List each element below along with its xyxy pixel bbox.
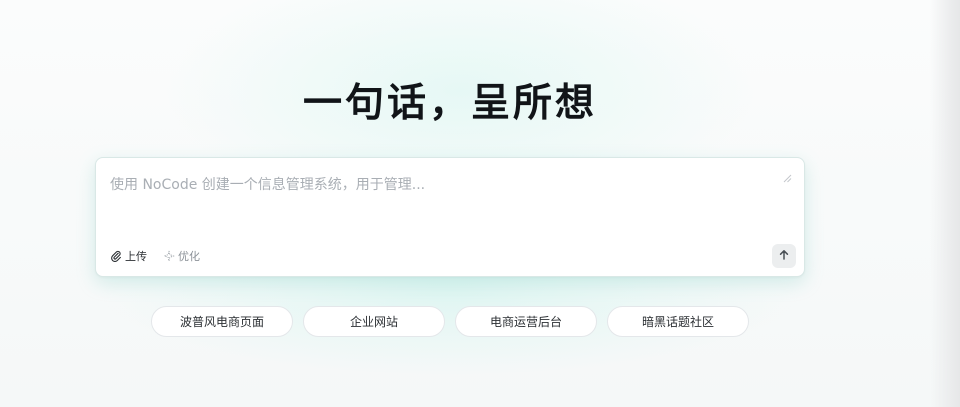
sparkle-icon: [163, 250, 175, 262]
suggestion-chip-company-site[interactable]: 企业网站: [303, 306, 445, 337]
composer-toolbar: 上传 优化: [110, 248, 200, 264]
arrow-up-icon: [778, 249, 790, 264]
prompt-composer: 上传 优化: [95, 157, 805, 277]
send-button[interactable]: [772, 244, 796, 268]
resize-handle-icon[interactable]: [782, 168, 792, 183]
suggestion-chips: 波普风电商页面 企业网站 电商运营后台 暗黑话题社区: [151, 306, 749, 337]
scroll-edge-shadow: [930, 0, 960, 407]
suggestion-chip-ecommerce-admin[interactable]: 电商运营后台: [455, 306, 597, 337]
upload-button[interactable]: 上传: [110, 248, 147, 264]
optimize-button[interactable]: 优化: [163, 248, 200, 264]
upload-label: 上传: [125, 250, 147, 263]
paperclip-icon: [110, 250, 122, 262]
optimize-label: 优化: [178, 250, 200, 263]
page-title: 一句话，呈所想: [302, 81, 597, 126]
suggestion-chip-pop-ecommerce[interactable]: 波普风电商页面: [151, 306, 293, 337]
prompt-input[interactable]: [110, 174, 770, 234]
suggestion-chip-dark-community[interactable]: 暗黑话题社区: [607, 306, 749, 337]
